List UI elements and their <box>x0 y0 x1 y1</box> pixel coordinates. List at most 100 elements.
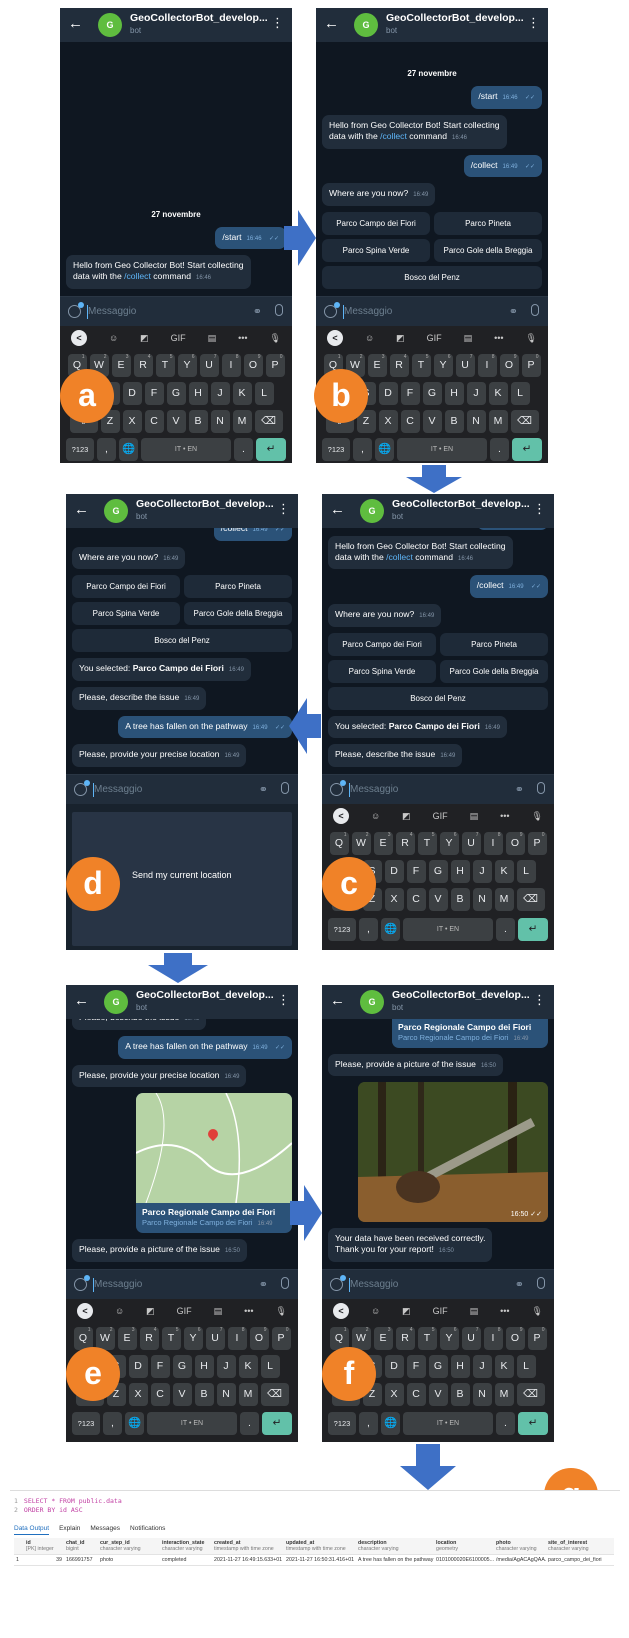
message-input[interactable]: Messaggio <box>344 306 392 317</box>
key-m[interactable]: M <box>494 1383 514 1406</box>
collapse-icon[interactable]: < <box>332 808 349 824</box>
attach-icon[interactable]: ⚭ <box>259 1278 268 1291</box>
key-u[interactable]: U7 <box>461 832 481 855</box>
key-c[interactable]: C <box>406 1383 426 1406</box>
more-menu-icon[interactable]: ⋮ <box>533 502 546 515</box>
key-n[interactable]: N <box>210 410 230 433</box>
more-menu-icon[interactable]: ⋮ <box>271 16 284 29</box>
tab-notifications[interactable]: Notifications <box>130 1525 165 1535</box>
key-m[interactable]: M <box>494 888 514 911</box>
column-header[interactable]: location geometry <box>434 1538 494 1554</box>
period-key[interactable]: . <box>240 1412 259 1435</box>
enter-key[interactable]: ↵ <box>518 1412 548 1435</box>
attach-icon[interactable]: ⚭ <box>515 783 524 796</box>
gif-button[interactable]: GIF <box>177 1306 192 1316</box>
key-m[interactable]: M <box>488 410 508 433</box>
more-icon[interactable]: ••• <box>494 333 503 343</box>
sticker-toolbar-icon[interactable]: ◩ <box>402 811 411 822</box>
voice-icon[interactable]: 🎙 <box>525 333 536 344</box>
space-key[interactable]: IT • EN <box>403 918 493 941</box>
park-button[interactable]: Parco Campo dei Fiori <box>322 212 430 235</box>
chat-area[interactable]: Parco Regionale Campo dei Fiori Parco Re… <box>322 1019 554 1269</box>
gif-button[interactable]: GIF <box>171 333 186 343</box>
column-header[interactable]: id [PK] integer <box>24 1538 64 1554</box>
park-button[interactable]: Bosco del Penz <box>322 266 542 289</box>
comma-key[interactable]: , <box>353 438 372 461</box>
numbers-key[interactable]: ?123 <box>72 1412 100 1435</box>
key-g[interactable]: G <box>428 860 448 883</box>
emoji-icon[interactable]: ☺ <box>371 1306 380 1316</box>
gif-button[interactable]: GIF <box>433 811 448 821</box>
attach-icon[interactable]: ⚭ <box>515 1278 524 1291</box>
location-message[interactable]: Parco Regionale Campo dei Fiori Parco Re… <box>392 1019 548 1048</box>
sticker-icon[interactable] <box>330 1275 346 1291</box>
chat-area[interactable]: 27 novembre /start16:46 ✓✓ Hello from Ge… <box>60 42 292 296</box>
key-g[interactable]: G <box>428 1355 448 1378</box>
key-p[interactable]: P0 <box>521 354 541 377</box>
key-v[interactable]: V <box>172 1383 192 1406</box>
clipboard-icon[interactable]: ▤ <box>470 1306 479 1317</box>
backspace-key[interactable]: ⌫ <box>510 410 539 433</box>
avatar[interactable]: G <box>360 499 384 523</box>
park-button[interactable]: Parco Campo dei Fiori <box>328 632 436 656</box>
key-d[interactable]: D <box>122 382 142 405</box>
key-b[interactable]: B <box>450 1383 470 1406</box>
more-icon[interactable]: ••• <box>244 1306 253 1316</box>
more-menu-icon[interactable]: ⋮ <box>533 993 546 1006</box>
key-o[interactable]: O9 <box>243 354 263 377</box>
column-header[interactable]: updated_at timestamp with time zone <box>284 1538 356 1554</box>
key-v[interactable]: V <box>428 888 448 911</box>
chat-area[interactable]: Please, describe the issue16:49 A tree h… <box>66 1019 298 1269</box>
key-e[interactable]: E3 <box>373 832 393 855</box>
key-t[interactable]: T5 <box>417 832 437 855</box>
emoji-icon[interactable]: ☺ <box>115 1306 124 1316</box>
sticker-icon[interactable] <box>330 780 346 796</box>
key-f[interactable]: F <box>400 382 420 405</box>
gif-button[interactable]: GIF <box>427 333 442 343</box>
column-header[interactable]: cur_step_id character varying <box>98 1538 160 1554</box>
key-r[interactable]: R4 <box>389 354 409 377</box>
key-i[interactable]: I8 <box>483 832 503 855</box>
chat-area[interactable]: Hello from Geo Collector Bot! Start coll… <box>66 528 298 774</box>
sticker-toolbar-icon[interactable]: ◩ <box>146 1306 155 1317</box>
key-y[interactable]: Y6 <box>439 1327 459 1350</box>
column-header[interactable]: interaction_state character varying <box>160 1538 212 1554</box>
tab-explain[interactable]: Explain <box>59 1525 80 1535</box>
more-icon[interactable]: ••• <box>238 333 247 343</box>
key-o[interactable]: O9 <box>505 1327 525 1350</box>
key-h[interactable]: H <box>450 860 470 883</box>
enter-key[interactable]: ↵ <box>512 438 542 461</box>
message-input[interactable]: Messaggio <box>94 784 142 795</box>
space-key[interactable]: IT • EN <box>147 1412 237 1435</box>
key-d[interactable]: D <box>128 1355 148 1378</box>
gif-button[interactable]: GIF <box>433 1306 448 1316</box>
column-header[interactable]: photo character varying <box>494 1538 546 1554</box>
voice-icon[interactable]: 🎙 <box>531 1306 542 1317</box>
microphone-icon[interactable] <box>281 782 289 794</box>
voice-icon[interactable]: 🎙 <box>531 811 542 822</box>
period-key[interactable]: . <box>490 438 509 461</box>
more-icon[interactable]: ••• <box>500 811 509 821</box>
key-e[interactable]: E3 <box>373 1327 393 1350</box>
key-u[interactable]: U7 <box>199 354 219 377</box>
key-k[interactable]: K <box>494 1355 514 1378</box>
globe-icon[interactable]: 🌐 <box>375 438 394 461</box>
space-key[interactable]: IT • EN <box>397 438 487 461</box>
tab-data-output[interactable]: Data Output <box>14 1525 50 1535</box>
key-c[interactable]: C <box>406 888 426 911</box>
key-t[interactable]: T5 <box>411 354 431 377</box>
chat-area[interactable]: 27 novembre /start16:46 ✓✓ Hello from Ge… <box>322 528 554 774</box>
avatar[interactable]: G <box>104 990 128 1014</box>
key-i[interactable]: I8 <box>221 354 241 377</box>
park-button[interactable]: Parco Spina Verde <box>322 239 430 262</box>
key-y[interactable]: Y6 <box>439 832 459 855</box>
key-c[interactable]: C <box>144 410 164 433</box>
key-i[interactable]: I8 <box>477 354 497 377</box>
key-x[interactable]: X <box>122 410 142 433</box>
key-f[interactable]: F <box>406 1355 426 1378</box>
park-button[interactable]: Parco Spina Verde <box>72 602 180 626</box>
key-l[interactable]: L <box>254 382 274 405</box>
park-button[interactable]: Parco Gole della Breggia <box>434 239 542 262</box>
back-arrow-icon[interactable]: ← <box>324 15 339 32</box>
key-j[interactable]: J <box>472 860 492 883</box>
